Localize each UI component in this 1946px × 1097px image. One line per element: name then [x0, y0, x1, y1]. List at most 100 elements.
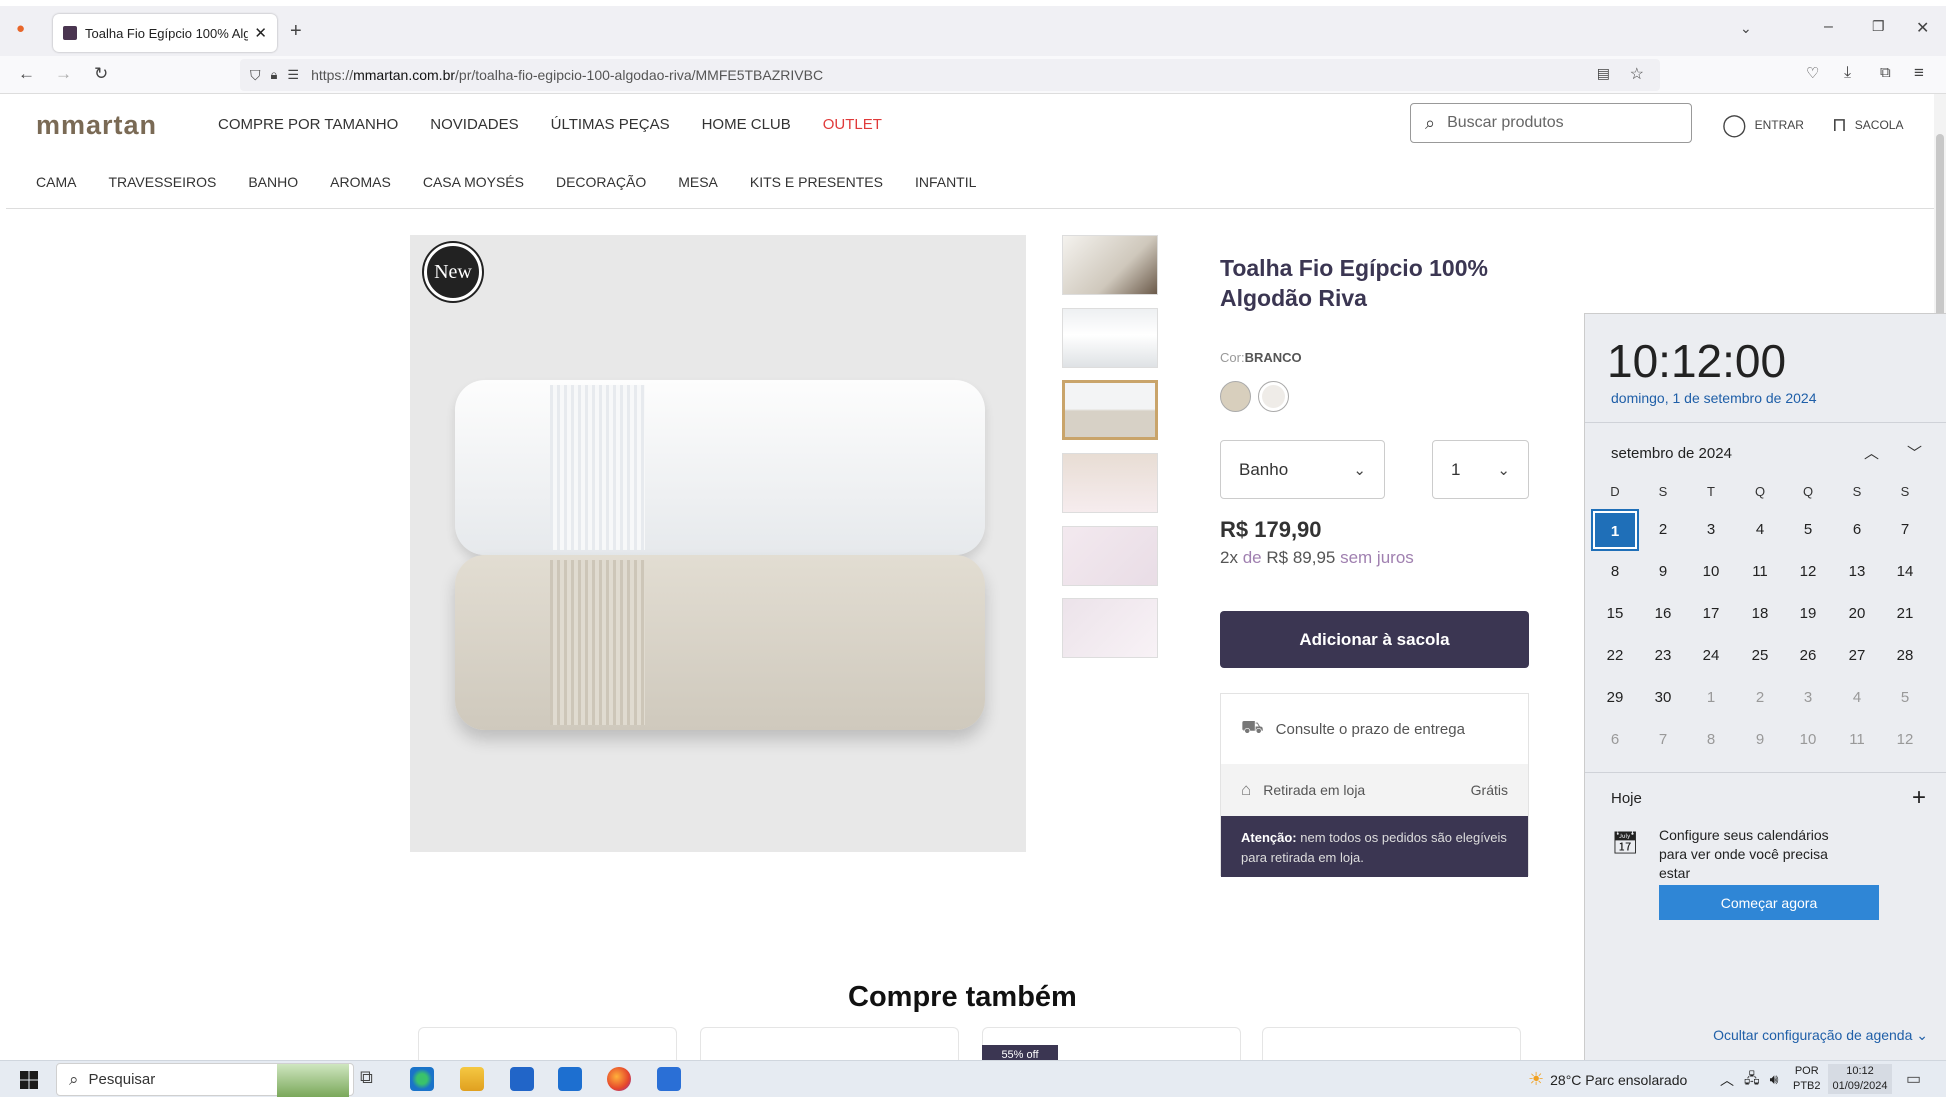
color-swatch-beige[interactable] — [1220, 381, 1251, 412]
calendar-day[interactable]: 10 — [1786, 721, 1830, 759]
nav-ultimas-pecas[interactable]: ÚLTIMAS PEÇAS — [551, 116, 670, 133]
calendar-day[interactable]: 9 — [1641, 553, 1685, 591]
calendar-day[interactable]: 22 — [1593, 637, 1637, 675]
file-explorer-icon[interactable] — [460, 1067, 484, 1091]
calendar-day[interactable]: 7 — [1883, 511, 1927, 549]
category-banho[interactable]: BANHO — [248, 174, 298, 190]
recommendation-card[interactable] — [418, 1027, 677, 1061]
category-cama[interactable]: CAMA — [36, 174, 76, 190]
calendar-day[interactable]: 13 — [1835, 553, 1879, 591]
lock-icon[interactable]: 🔒︎ — [271, 67, 278, 83]
calendar-day[interactable]: 1 — [1689, 679, 1733, 717]
downloads-icon[interactable]: ⤓ — [1844, 64, 1851, 82]
back-icon[interactable]: ← — [18, 64, 35, 84]
firefox-taskbar-icon[interactable] — [607, 1067, 631, 1091]
calendar-day[interactable]: 14 — [1883, 553, 1927, 591]
thumbnail-4[interactable] — [1062, 453, 1158, 513]
taskbar-clock[interactable]: 10:12 01/09/2024 — [1828, 1064, 1892, 1094]
calendar-day[interactable]: 18 — [1738, 595, 1782, 633]
extensions-icon[interactable]: ⧉ — [1880, 64, 1891, 81]
bag-link[interactable]: SACOLA — [1855, 118, 1904, 132]
thumbnail-5[interactable] — [1062, 526, 1158, 586]
previous-month-icon[interactable]: ︿ — [1864, 442, 1879, 463]
calendar-day[interactable]: 24 — [1689, 637, 1733, 675]
search-input[interactable]: ⌕ Buscar produtos — [1410, 103, 1692, 143]
task-view-icon[interactable]: ⧉ — [360, 1067, 373, 1088]
calendar-day[interactable]: 11 — [1835, 721, 1879, 759]
quantity-select[interactable]: 1 ⌄ — [1432, 440, 1529, 499]
minimize-window-icon[interactable]: – — [1824, 18, 1833, 36]
nav-home-club[interactable]: HOME CLUB — [702, 116, 791, 133]
calendar-day[interactable]: 28 — [1883, 637, 1927, 675]
login-link[interactable]: ENTRAR — [1755, 118, 1804, 132]
firefox-icon[interactable]: ● — [16, 20, 25, 37]
network-icon[interactable]: 🖧︎ — [1744, 1068, 1760, 1092]
clock-date-long[interactable]: domingo, 1 de setembro de 2024 — [1611, 390, 1816, 406]
calendar-day[interactable]: 19 — [1786, 595, 1830, 633]
calendar-day[interactable]: 20 — [1835, 595, 1879, 633]
weather-widget[interactable]: ☀ 28°C Parc ensolarado — [1528, 1061, 1687, 1097]
bookmark-star-icon[interactable]: ☆ — [1630, 64, 1644, 84]
calendar-day[interactable]: 2 — [1641, 511, 1685, 549]
calendar-month-label[interactable]: setembro de 2024 — [1611, 445, 1732, 462]
site-logo[interactable]: mmartan — [36, 110, 157, 141]
start-now-button[interactable]: Começar agora — [1659, 885, 1879, 920]
reader-view-icon[interactable]: ▤ — [1597, 65, 1610, 82]
calendar-day[interactable]: 9 — [1738, 721, 1782, 759]
close-window-icon[interactable]: ✕ — [1916, 18, 1929, 38]
calendar-day[interactable]: 27 — [1835, 637, 1879, 675]
calendar-day[interactable]: 11 — [1738, 553, 1782, 591]
category-infantil[interactable]: INFANTIL — [915, 174, 976, 190]
calendar-day[interactable]: 7 — [1641, 721, 1685, 759]
url-field[interactable]: ⛉ 🔒︎ ☰ https://mmartan.com.br/pr/toalha-… — [240, 59, 1660, 91]
page-info-icon[interactable]: ☰ — [287, 67, 299, 83]
list-tabs-chevron-icon[interactable]: ⌄ — [1740, 20, 1752, 37]
edge-icon[interactable] — [410, 1067, 434, 1091]
store-icon[interactable] — [510, 1067, 534, 1091]
calendar-day[interactable]: 17 — [1689, 595, 1733, 633]
add-to-bag-button[interactable]: Adicionar à sacola — [1220, 611, 1529, 668]
calendar-day-today[interactable]: 1 — [1591, 509, 1639, 551]
calendar-day[interactable]: 10 — [1689, 553, 1733, 591]
tracking-shield-icon[interactable]: ⛉ — [250, 67, 261, 84]
category-kits-e-presentes[interactable]: KITS E PRESENTES — [750, 174, 883, 190]
calendar-day[interactable]: 3 — [1689, 511, 1733, 549]
calendar-day[interactable]: 23 — [1641, 637, 1685, 675]
calendar-day[interactable]: 6 — [1835, 511, 1879, 549]
thumbnail-6[interactable] — [1062, 598, 1158, 658]
nav-compre-por-tamanho[interactable]: COMPRE POR TAMANHO — [218, 116, 398, 133]
calendar-day[interactable]: 12 — [1883, 721, 1927, 759]
category-decoracao[interactable]: DECORAÇÃO — [556, 174, 646, 190]
nav-outlet[interactable]: OUTLET — [823, 116, 882, 133]
pocket-icon[interactable]: ♡ — [1806, 64, 1819, 82]
add-event-icon[interactable]: + — [1912, 784, 1926, 812]
menu-icon[interactable]: ≡ — [1914, 63, 1924, 83]
calendar-day[interactable]: 2 — [1738, 679, 1782, 717]
new-tab-icon[interactable]: + — [290, 20, 302, 43]
calendar-day[interactable]: 5 — [1883, 679, 1927, 717]
color-swatch-white[interactable] — [1258, 381, 1289, 412]
calendar-day[interactable]: 15 — [1593, 595, 1637, 633]
language-indicator[interactable]: POR PTB2 — [1793, 1064, 1821, 1094]
category-travesseiros[interactable]: TRAVESSEIROS — [108, 174, 216, 190]
reload-icon[interactable]: ↻ — [94, 64, 108, 84]
next-month-icon[interactable]: ﹀ — [1907, 442, 1922, 463]
user-icon[interactable]: ◯ — [1722, 112, 1747, 138]
calendar-day[interactable]: 26 — [1786, 637, 1830, 675]
recommendation-card[interactable] — [1262, 1027, 1521, 1061]
nav-novidades[interactable]: NOVIDADES — [430, 116, 518, 133]
calendar-day[interactable]: 4 — [1835, 679, 1879, 717]
store-pickup-row[interactable]: ⌂ Retirada em loja Grátis — [1221, 764, 1528, 816]
windows-start-icon[interactable] — [20, 1071, 38, 1089]
calendar-day[interactable]: 30 — [1641, 679, 1685, 717]
calendar-day[interactable]: 21 — [1883, 595, 1927, 633]
calendar-day[interactable]: 16 — [1641, 595, 1685, 633]
show-hidden-icons-icon[interactable]: ︿ — [1720, 1070, 1734, 1090]
size-select[interactable]: Banho ⌄ — [1220, 440, 1385, 499]
calendar-day[interactable]: 8 — [1689, 721, 1733, 759]
calendar-day[interactable]: 6 — [1593, 721, 1637, 759]
category-aromas[interactable]: AROMAS — [330, 174, 391, 190]
calendar-day[interactable]: 25 — [1738, 637, 1782, 675]
calculator-app-icon[interactable] — [657, 1067, 681, 1091]
mail-icon[interactable] — [558, 1067, 582, 1091]
